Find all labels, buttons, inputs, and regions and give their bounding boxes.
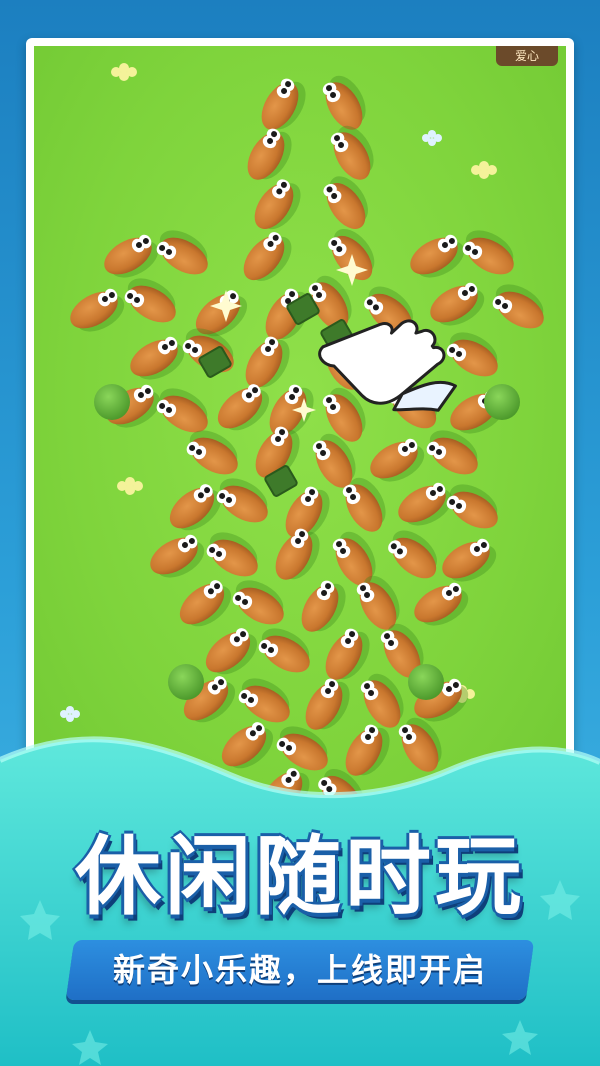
game-screen: 爱心 休闲随时玩 新奇小乐趣，上线即开启 bbox=[0, 0, 600, 1066]
banner-title: 休闲随时玩 bbox=[75, 827, 525, 927]
banner-subtitle-box: 新奇小乐趣，上线即开启 bbox=[65, 940, 535, 1000]
banner-subtitle: 新奇小乐趣，上线即开启 bbox=[112, 951, 487, 989]
